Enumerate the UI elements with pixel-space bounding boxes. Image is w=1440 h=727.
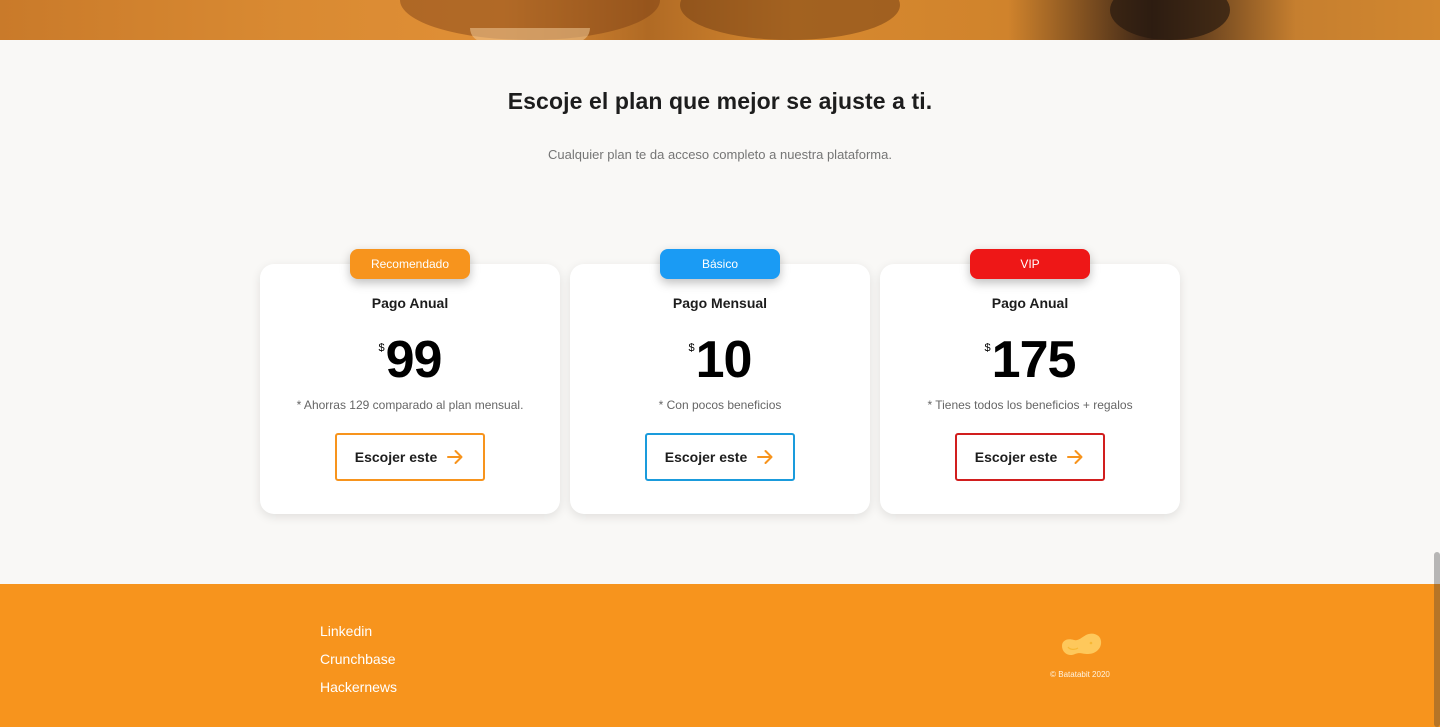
choose-plan-label: Escojer este <box>664 449 748 465</box>
plan-note: * Tienes todos los beneficios + regalos <box>927 398 1133 412</box>
currency-symbol: $ <box>378 342 385 354</box>
plan-badge: Básico <box>660 249 780 279</box>
plan-name: Pago Anual <box>371 295 449 311</box>
plan-name: Pago Anual <box>991 295 1069 311</box>
pricing-subtitle: Cualquier plan te da acceso completo a n… <box>548 147 892 162</box>
choose-plan-button[interactable]: Escojer este <box>335 433 485 481</box>
plan-price: $10 <box>570 332 870 388</box>
site-footer: Linkedin Crunchbase Hackernews © Batatab… <box>0 584 1440 727</box>
arrow-right-icon <box>447 450 463 464</box>
plan-price: $175 <box>880 332 1180 388</box>
plan-card-recommended: Recomendado Pago Anual $99 * Ahorras 129… <box>260 249 560 514</box>
plan-price: $99 <box>260 332 560 388</box>
hero-image-smile <box>470 28 590 40</box>
hero-image-hair <box>1110 0 1230 40</box>
plan-card-basic: Básico Pago Mensual $10 * Con pocos bene… <box>570 249 870 514</box>
price-amount: 99 <box>385 331 443 389</box>
pricing-title: Escoje el plan que mejor se ajuste a ti. <box>507 88 933 114</box>
plan-badge: VIP <box>970 249 1090 279</box>
page-scrollbar[interactable] <box>1434 552 1440 727</box>
plan-note: * Con pocos beneficios <box>658 398 782 412</box>
hero-image-strip <box>0 0 1440 40</box>
currency-symbol: $ <box>688 342 695 354</box>
footer-links: Linkedin Crunchbase Hackernews <box>320 622 397 706</box>
plan-badge: Recomendado <box>350 249 470 279</box>
arrow-right-icon <box>1067 450 1083 464</box>
currency-symbol: $ <box>984 342 991 354</box>
footer-link-linkedin[interactable]: Linkedin <box>320 622 397 650</box>
plan-note: * Ahorras 129 comparado al plan mensual. <box>296 398 524 412</box>
footer-link-crunchbase[interactable]: Crunchbase <box>320 650 397 678</box>
price-amount: 10 <box>695 331 753 389</box>
choose-plan-button[interactable]: Escojer este <box>645 433 795 481</box>
hero-image-shadow <box>680 0 900 40</box>
plan-card-vip: VIP Pago Anual $175 * Tienes todos los b… <box>880 249 1180 514</box>
batatabit-logo-icon <box>1062 633 1102 656</box>
plan-name: Pago Mensual <box>672 295 768 311</box>
choose-plan-button[interactable]: Escojer este <box>955 433 1105 481</box>
copyright-text: © Batatabit 2020 <box>1050 670 1110 679</box>
choose-plan-label: Escojer este <box>974 449 1058 465</box>
pricing-cards: Recomendado Pago Anual $99 * Ahorras 129… <box>260 249 1180 514</box>
choose-plan-label: Escojer este <box>354 449 438 465</box>
footer-link-hackernews[interactable]: Hackernews <box>320 678 397 706</box>
price-amount: 175 <box>991 331 1077 389</box>
arrow-right-icon <box>757 450 773 464</box>
